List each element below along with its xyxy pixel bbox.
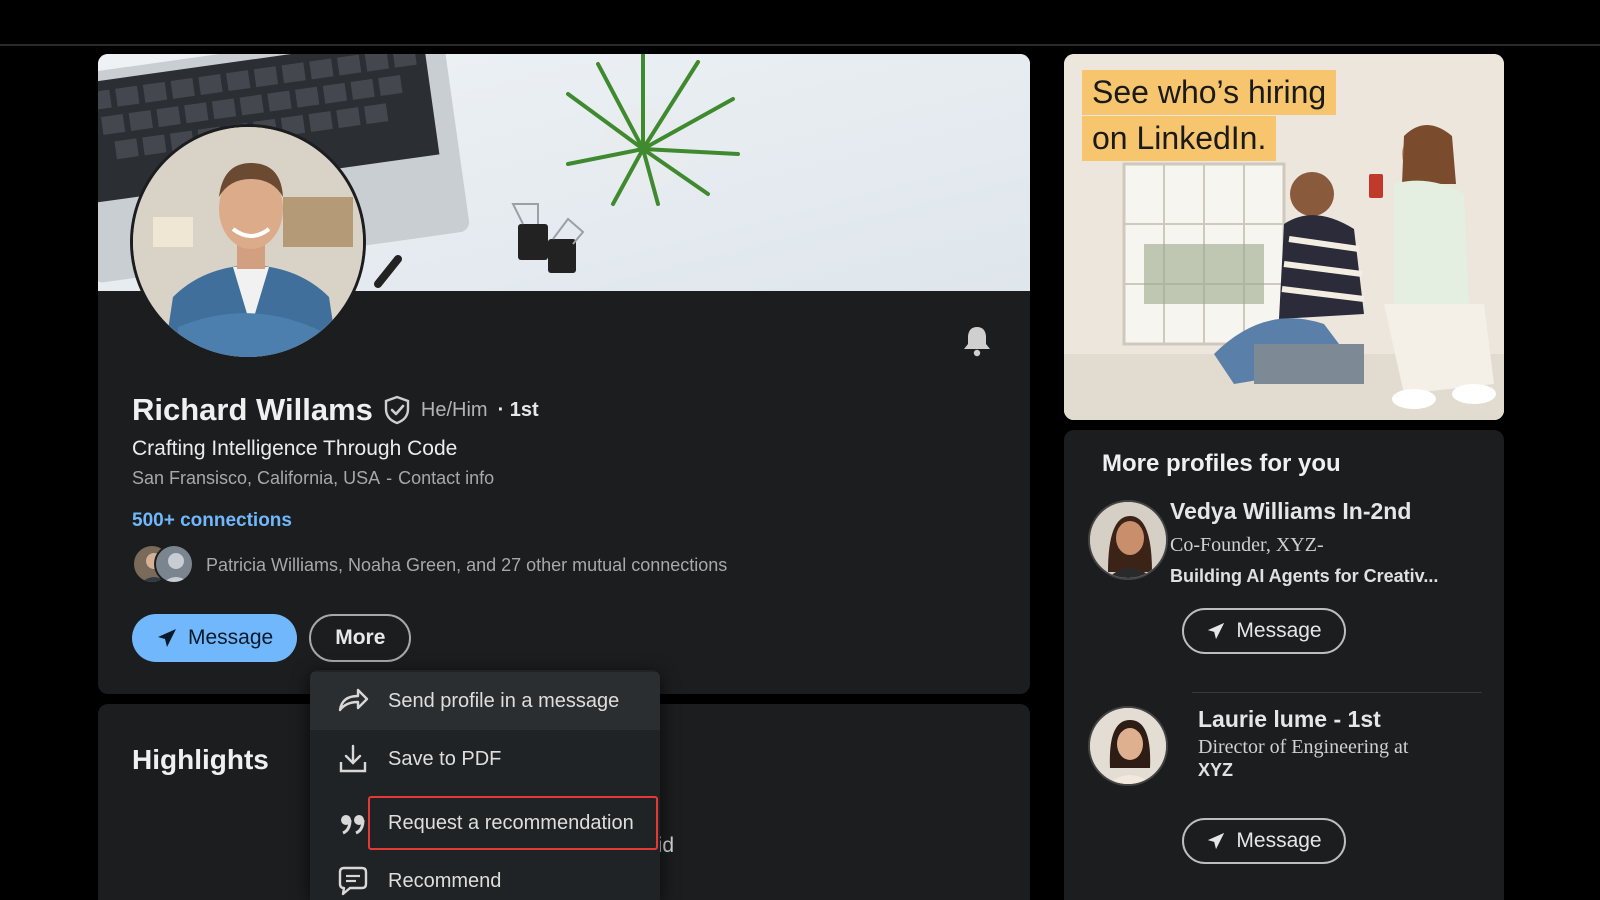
profile-headline: Crafting Intelligence Through Code	[132, 437, 458, 460]
suggestion-message-label: Message	[1236, 619, 1322, 642]
highlights-title: Highlights	[132, 744, 269, 775]
suggestion-role: Co-Founder, XYZ-	[1170, 534, 1324, 556]
send-icon	[1208, 832, 1225, 850]
more-profiles-title: More profiles for you	[1102, 450, 1341, 477]
suggestion-headline: Building AI Agents for Creativ...	[1170, 566, 1439, 586]
location-separator: -	[386, 468, 393, 488]
hiring-ad[interactable]: See who’s hiring on LinkedIn.	[1064, 54, 1504, 420]
profile-name: Richard Willams	[132, 392, 373, 427]
menu-item-save-pdf[interactable]: Save to PDF	[310, 730, 660, 788]
mutual-avatar-placeholder	[154, 544, 194, 584]
connections-link[interactable]: 500+ connections	[132, 510, 292, 532]
mutual-connections-text: Patricia Williams, Noaha Green, and 27 o…	[206, 554, 728, 575]
profile-suggestion[interactable]: Laurie lume - 1st Director of Engineerin…	[1064, 706, 1504, 896]
more-dropdown-menu: Send profile in a message Save to PDF Re…	[310, 670, 660, 900]
suggestion-avatar[interactable]	[1088, 500, 1168, 580]
more-button-label: More	[335, 626, 386, 649]
suggestion-avatar[interactable]	[1088, 706, 1168, 786]
menu-item-label: Recommend	[388, 869, 502, 892]
menu-item-send-profile[interactable]: Send profile in a message	[310, 672, 660, 730]
ad-headline-line2: on LinkedIn.	[1082, 116, 1277, 161]
profile-card: Richard Willams He/Him · 1st Crafting In…	[98, 54, 1030, 694]
menu-item-label: Save to PDF	[388, 747, 502, 770]
suggestion-role: Director of Engineering at	[1198, 736, 1409, 758]
suggestion-message-button[interactable]: Message	[1182, 608, 1346, 654]
profile-photo	[133, 127, 363, 357]
profile-actions: Message More	[132, 614, 412, 662]
send-icon	[158, 629, 176, 647]
connection-degree: · 1st	[497, 398, 539, 421]
pronouns: He/Him	[420, 398, 488, 421]
suggestion-name[interactable]: Vedya Williams In-2nd	[1170, 498, 1411, 525]
send-icon	[1208, 622, 1225, 640]
share-arrow-icon	[338, 688, 369, 712]
mutual-connections[interactable]: Patricia Williams, Noaha Green, and 27 o…	[132, 544, 727, 586]
chat-bubble-icon	[338, 866, 368, 896]
profile-avatar[interactable]	[130, 124, 366, 360]
location: San Fransisco, California, USA	[132, 468, 381, 488]
bell-icon[interactable]	[960, 324, 994, 358]
suggestion-company: XYZ	[1198, 760, 1234, 780]
suggestion-message-label: Message	[1236, 829, 1322, 852]
suggestion-name[interactable]: Laurie lume - 1st	[1198, 706, 1381, 733]
profile-suggestion[interactable]: Vedya Williams In-2nd Co-Founder, XYZ- B…	[1064, 496, 1504, 686]
top-divider	[0, 44, 1600, 46]
more-profiles-card: More profiles for you Vedya Williams In-…	[1064, 430, 1504, 900]
mutual-avatars	[132, 544, 198, 586]
contact-info-link[interactable]: Contact info	[398, 468, 494, 489]
menu-item-label: Send profile in a message	[388, 689, 620, 712]
verified-shield-icon[interactable]	[383, 395, 411, 425]
menu-item-recommend[interactable]: Recommend	[310, 852, 660, 900]
name-row: Richard Willams He/Him · 1st	[132, 392, 539, 428]
ad-headline-line1: See who’s hiring	[1082, 70, 1337, 115]
highlight-box	[368, 796, 658, 850]
suggestion-divider	[1192, 692, 1482, 693]
message-button-label: Message	[188, 626, 274, 649]
location-row: San Fransisco, California, USA - Contact…	[132, 468, 494, 489]
download-icon	[339, 744, 367, 773]
more-button[interactable]: More	[309, 614, 412, 662]
message-button[interactable]: Message	[132, 614, 298, 662]
quote-icon	[341, 815, 365, 835]
suggestion-message-button[interactable]: Message	[1182, 818, 1346, 864]
